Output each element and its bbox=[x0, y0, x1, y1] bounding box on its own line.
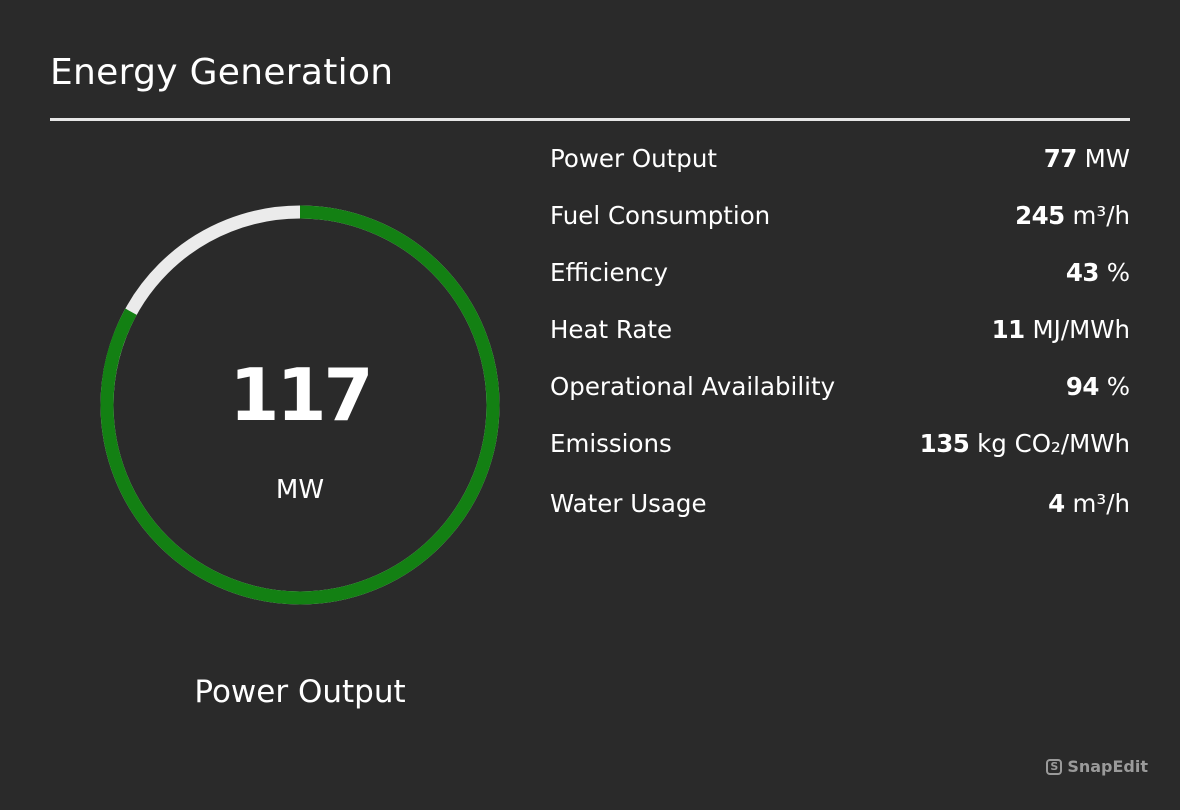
metric-row-fuel-consumption: Fuel Consumption 245 m³/h bbox=[550, 193, 1130, 237]
snapedit-logo-icon: S bbox=[1046, 758, 1063, 775]
metric-value: 245 m³/h bbox=[1015, 201, 1130, 230]
metric-label: Efficiency bbox=[550, 257, 669, 287]
metric-value: 94 % bbox=[1066, 372, 1130, 401]
metric-value: 77 MW bbox=[1044, 144, 1130, 173]
metric-number: 77 bbox=[1043, 143, 1078, 173]
metric-value: 11 MJ/MWh bbox=[992, 315, 1130, 344]
metric-value: 4 m³/h bbox=[1048, 489, 1130, 518]
metric-row-water-usage: Water Usage 4 m³/h bbox=[550, 481, 1130, 525]
metric-row-power-output: Power Output 77 MW bbox=[550, 136, 1130, 180]
metric-value: 43 % bbox=[1066, 258, 1130, 287]
metric-number: 135 bbox=[919, 428, 970, 458]
metric-number: 11 bbox=[991, 314, 1026, 344]
metric-label: Water Usage bbox=[550, 488, 707, 518]
metric-row-efficiency: Efficiency 43 % bbox=[550, 250, 1130, 294]
metric-unit: MW bbox=[1084, 143, 1130, 173]
metric-unit: kg CO₂/MWh bbox=[977, 428, 1130, 458]
metric-row-heat-rate: Heat Rate 11 MJ/MWh bbox=[550, 307, 1130, 351]
metric-value: 135 kg CO₂/MWh bbox=[920, 429, 1130, 458]
metric-number: 94 bbox=[1065, 371, 1100, 401]
watermark: S SnapEdit bbox=[1046, 757, 1148, 776]
title-divider bbox=[50, 118, 1130, 121]
metric-label: Emissions bbox=[550, 428, 672, 458]
metric-unit: % bbox=[1106, 371, 1130, 401]
metric-number: 245 bbox=[1015, 200, 1065, 230]
metric-unit: MJ/MWh bbox=[1032, 314, 1130, 344]
gauge-value: 117 bbox=[229, 353, 373, 437]
power-output-gauge: 117 MW bbox=[90, 195, 510, 615]
metric-label: Heat Rate bbox=[550, 314, 673, 344]
metric-row-emissions: Emissions 135 kg CO₂/MWh bbox=[550, 421, 1130, 465]
metric-row-operational-availability: Operational Availability 94 % bbox=[550, 364, 1130, 408]
metric-label: Operational Availability bbox=[550, 371, 836, 401]
gauge-unit: MW bbox=[275, 475, 325, 505]
metric-number: 4 bbox=[1048, 488, 1065, 518]
metrics-list: Power Output 77 MW Fuel Consumption 245 … bbox=[550, 136, 1130, 538]
metric-label: Power Output bbox=[550, 143, 717, 173]
watermark-text: SnapEdit bbox=[1067, 757, 1148, 776]
metric-unit: m³/h bbox=[1072, 200, 1130, 230]
metric-number: 43 bbox=[1065, 257, 1100, 287]
metric-unit: m³/h bbox=[1072, 488, 1130, 518]
metric-label: Fuel Consumption bbox=[550, 200, 771, 230]
metric-unit: % bbox=[1106, 257, 1130, 287]
page-title: Energy Generation bbox=[50, 52, 394, 93]
gauge-label: Power Output bbox=[194, 674, 406, 710]
